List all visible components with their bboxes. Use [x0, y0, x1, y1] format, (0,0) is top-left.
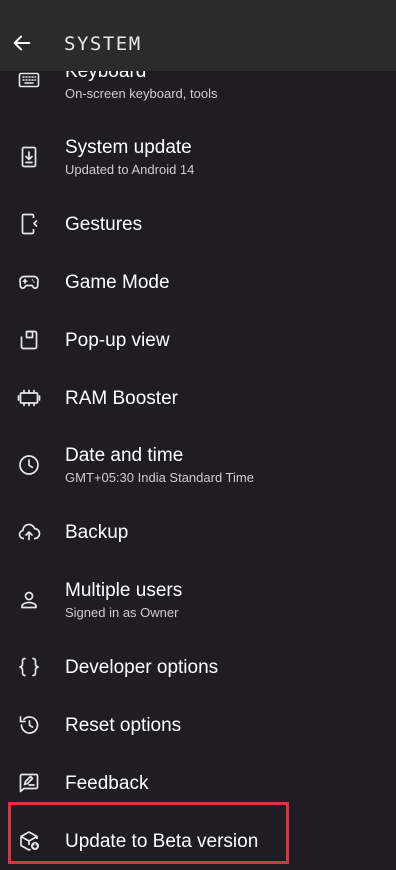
- list-item-subtitle: On-screen keyboard, tools: [65, 86, 218, 101]
- list-item-reset-options[interactable]: Reset options: [0, 696, 396, 754]
- list-item-label: Multiple users: [65, 580, 183, 601]
- list-item-label: Feedback: [65, 773, 149, 794]
- list-item-system-update[interactable]: System update Updated to Android 14: [0, 128, 396, 186]
- memory-icon: [17, 386, 41, 410]
- settings-list: Keyboard On-screen keyboard, tools Syste…: [0, 0, 396, 869]
- highlight-box: [8, 802, 289, 864]
- clock-icon: [17, 453, 41, 477]
- list-item-popup-view[interactable]: Pop-up view: [0, 311, 396, 369]
- person-icon: [17, 588, 41, 612]
- history-icon: [17, 713, 41, 737]
- list-item-label: Pop-up view: [65, 330, 170, 351]
- system-update-icon: [17, 145, 41, 169]
- list-item-label: Game Mode: [65, 272, 170, 293]
- list-item-label: System update: [65, 137, 192, 158]
- list-item-ram-booster[interactable]: RAM Booster: [0, 369, 396, 427]
- list-item-multiple-users[interactable]: Multiple users Signed in as Owner: [0, 571, 396, 629]
- popup-view-icon: [17, 328, 41, 352]
- feedback-icon: [17, 771, 41, 795]
- braces-icon: [17, 655, 41, 679]
- list-item-developer-options[interactable]: Developer options: [0, 638, 396, 696]
- list-item-label: Date and time: [65, 445, 184, 466]
- list-item-label: Gestures: [65, 214, 143, 235]
- gestures-icon: [17, 212, 41, 236]
- list-item-subtitle: Updated to Android 14: [65, 162, 195, 177]
- list-item-date-time[interactable]: Date and time GMT+05:30 India Standard T…: [0, 436, 396, 494]
- list-item-gestures[interactable]: Gestures: [0, 195, 396, 253]
- list-item-label: Backup: [65, 522, 129, 543]
- list-item-subtitle: Signed in as Owner: [65, 605, 179, 620]
- app-bar: SYSTEM: [0, 0, 396, 71]
- list-item-label: RAM Booster: [65, 388, 178, 409]
- keyboard-icon: [17, 68, 41, 92]
- list-item-subtitle: GMT+05:30 India Standard Time: [65, 470, 254, 485]
- list-item-label: Reset options: [65, 715, 182, 736]
- back-button[interactable]: [0, 21, 44, 65]
- gamepad-icon: [17, 270, 41, 294]
- cloud-upload-icon: [17, 520, 41, 544]
- page-title: SYSTEM: [64, 33, 142, 55]
- list-item-label: Developer options: [65, 657, 219, 678]
- list-item-backup[interactable]: Backup: [0, 503, 396, 561]
- arrow-back-icon: [11, 32, 33, 54]
- list-item-game-mode[interactable]: Game Mode: [0, 253, 396, 311]
